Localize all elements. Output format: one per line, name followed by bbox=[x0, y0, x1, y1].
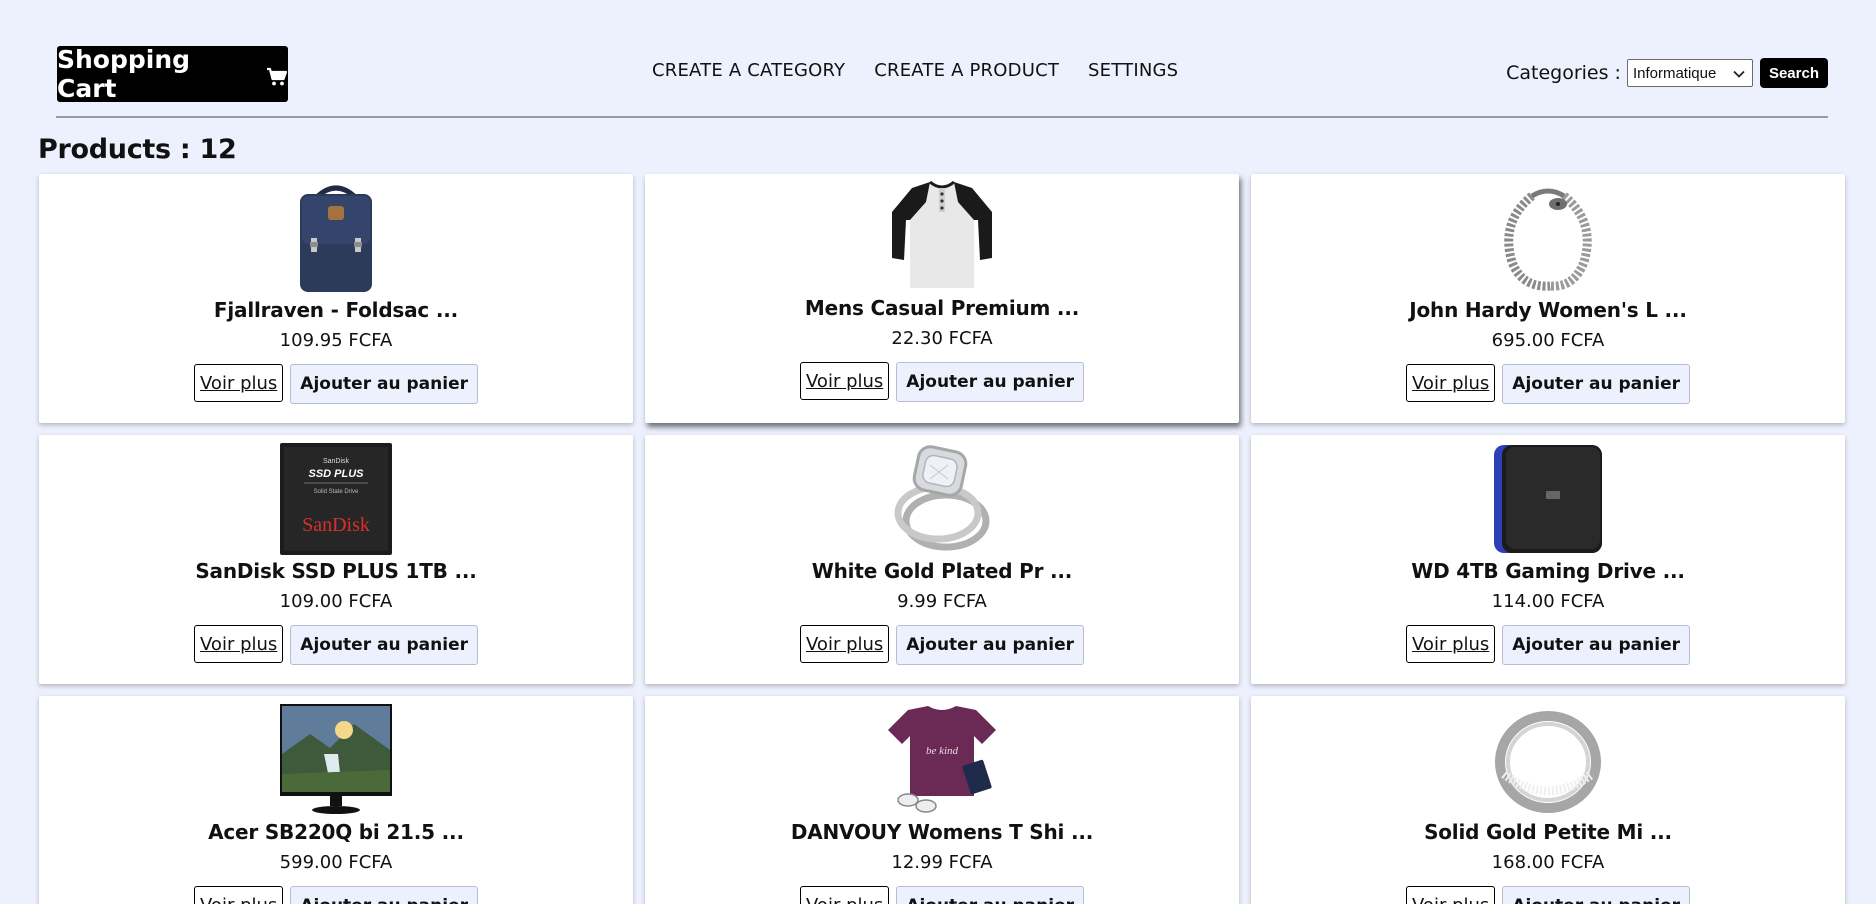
nav-create-category[interactable]: CREATE A CATEGORY bbox=[652, 60, 845, 81]
tshirt-image[interactable] bbox=[886, 180, 998, 292]
product-card: Solid Gold Petite Mi ... 168.00 FCFA Voi… bbox=[1251, 696, 1845, 904]
view-more-button[interactable]: Voir plus bbox=[194, 886, 284, 904]
add-to-cart-button[interactable]: Ajouter au panier bbox=[290, 625, 478, 665]
product-card: Mens Casual Premium ... 22.30 FCFA Voir … bbox=[645, 174, 1239, 423]
ring-image[interactable] bbox=[886, 443, 998, 555]
view-more-button[interactable]: Voir plus bbox=[800, 362, 890, 400]
view-more-button[interactable]: Voir plus bbox=[1406, 886, 1496, 904]
product-name[interactable]: DANVOUY Womens T Shi ... bbox=[791, 820, 1093, 844]
add-to-cart-button[interactable]: Ajouter au panier bbox=[896, 625, 1084, 665]
product-name[interactable]: White Gold Plated Pr ... bbox=[812, 559, 1073, 583]
product-card: Acer SB220Q bi 21.5 ... 599.00 FCFA Voir… bbox=[39, 696, 633, 904]
add-to-cart-button[interactable]: Ajouter au panier bbox=[290, 886, 478, 904]
product-name[interactable]: WD 4TB Gaming Drive ... bbox=[1411, 559, 1685, 583]
add-to-cart-button[interactable]: Ajouter au panier bbox=[896, 886, 1084, 904]
product-card: be kind DANVOUY Womens T Shi ... 12.99 F… bbox=[645, 696, 1239, 904]
product-actions: Voir plus Ajouter au panier bbox=[194, 625, 478, 665]
backpack-image[interactable] bbox=[280, 182, 392, 294]
add-to-cart-button[interactable]: Ajouter au panier bbox=[1502, 625, 1690, 665]
product-actions: Voir plus Ajouter au panier bbox=[800, 625, 1084, 665]
product-actions: Voir plus Ajouter au panier bbox=[800, 886, 1084, 904]
product-price: 695.00 FCFA bbox=[1491, 330, 1605, 351]
product-name[interactable]: SanDisk SSD PLUS 1TB ... bbox=[195, 559, 476, 583]
categories-label: Categories : bbox=[1506, 62, 1621, 84]
products-count-title: Products : 12 bbox=[38, 134, 237, 165]
chevron-down-icon bbox=[1733, 65, 1745, 82]
gold-ring-image[interactable] bbox=[1492, 704, 1604, 816]
product-name[interactable]: John Hardy Women's L ... bbox=[1409, 298, 1687, 322]
womens-tshirt-image[interactable]: be kind bbox=[886, 704, 998, 816]
shirt-print: be kind bbox=[926, 745, 959, 757]
page: Shopping Cart CREATE A CATEGORY CREATE A… bbox=[0, 0, 1876, 904]
add-to-cart-button[interactable]: Ajouter au panier bbox=[1502, 886, 1690, 904]
product-price: 9.99 FCFA bbox=[897, 591, 987, 612]
view-more-button[interactable]: Voir plus bbox=[194, 625, 284, 663]
product-price: 109.00 FCFA bbox=[279, 591, 393, 612]
bracelet-image[interactable] bbox=[1492, 182, 1604, 294]
brand-logo[interactable]: Shopping Cart bbox=[57, 45, 288, 103]
add-to-cart-button[interactable]: Ajouter au panier bbox=[290, 364, 478, 404]
product-actions: Voir plus Ajouter au panier bbox=[194, 886, 478, 904]
hard-drive-image[interactable] bbox=[1492, 443, 1604, 555]
product-price: 599.00 FCFA bbox=[279, 852, 393, 873]
add-to-cart-button[interactable]: Ajouter au panier bbox=[896, 362, 1084, 402]
product-actions: Voir plus Ajouter au panier bbox=[1406, 364, 1690, 404]
product-grid: Fjallraven - Foldsac ... 109.95 FCFA Voi… bbox=[39, 174, 1845, 904]
view-more-button[interactable]: Voir plus bbox=[194, 364, 284, 402]
category-select[interactable]: Informatique bbox=[1626, 59, 1753, 87]
ssd-label-top: SanDisk bbox=[323, 458, 350, 465]
product-name[interactable]: Fjallraven - Foldsac ... bbox=[214, 298, 458, 322]
ssd-label-sub: Solid State Drive bbox=[314, 489, 359, 495]
product-price: 12.99 FCFA bbox=[891, 852, 993, 873]
brand-label: Shopping Cart bbox=[57, 45, 191, 103]
header: Shopping Cart CREATE A CATEGORY CREATE A… bbox=[56, 45, 1828, 118]
nav-create-product[interactable]: CREATE A PRODUCT bbox=[874, 60, 1059, 81]
cart-icon bbox=[266, 64, 288, 86]
nav-settings[interactable]: SETTINGS bbox=[1088, 60, 1178, 81]
view-more-button[interactable]: Voir plus bbox=[1406, 364, 1496, 402]
product-card: John Hardy Women's L ... 695.00 FCFA Voi… bbox=[1251, 174, 1845, 423]
product-card: Fjallraven - Foldsac ... 109.95 FCFA Voi… bbox=[39, 174, 633, 423]
product-actions: Voir plus Ajouter au panier bbox=[1406, 625, 1690, 665]
product-actions: Voir plus Ajouter au panier bbox=[800, 362, 1084, 402]
view-more-button[interactable]: Voir plus bbox=[1406, 625, 1496, 663]
product-card: SanDisk SSD PLUS Solid State Drive SanDi… bbox=[39, 435, 633, 684]
product-price: 114.00 FCFA bbox=[1491, 591, 1605, 612]
ssd-image[interactable]: SanDisk SSD PLUS Solid State Drive SanDi… bbox=[280, 443, 392, 555]
ssd-label-brand: SanDisk bbox=[302, 514, 370, 536]
product-card: White Gold Plated Pr ... 9.99 FCFA Voir … bbox=[645, 435, 1239, 684]
product-name[interactable]: Acer SB220Q bi 21.5 ... bbox=[208, 820, 464, 844]
add-to-cart-button[interactable]: Ajouter au panier bbox=[1502, 364, 1690, 404]
main-nav: CREATE A CATEGORY CREATE A PRODUCT SETTI… bbox=[652, 60, 1178, 81]
product-price: 168.00 FCFA bbox=[1491, 852, 1605, 873]
product-card: WD 4TB Gaming Drive ... 114.00 FCFA Voir… bbox=[1251, 435, 1845, 684]
category-select-value: Informatique bbox=[1632, 64, 1717, 82]
ssd-label-model: SSD PLUS bbox=[308, 468, 364, 480]
search-button[interactable]: Search bbox=[1759, 58, 1828, 88]
view-more-button[interactable]: Voir plus bbox=[800, 625, 890, 663]
product-actions: Voir plus Ajouter au panier bbox=[1406, 886, 1690, 904]
category-filter: Categories : Informatique Search bbox=[1506, 58, 1828, 88]
view-more-button[interactable]: Voir plus bbox=[800, 886, 890, 904]
product-name[interactable]: Solid Gold Petite Mi ... bbox=[1424, 820, 1672, 844]
product-actions: Voir plus Ajouter au panier bbox=[194, 364, 478, 404]
product-price: 22.30 FCFA bbox=[891, 328, 993, 349]
monitor-image[interactable] bbox=[280, 704, 392, 816]
product-price: 109.95 FCFA bbox=[279, 330, 393, 351]
product-name[interactable]: Mens Casual Premium ... bbox=[805, 296, 1079, 320]
